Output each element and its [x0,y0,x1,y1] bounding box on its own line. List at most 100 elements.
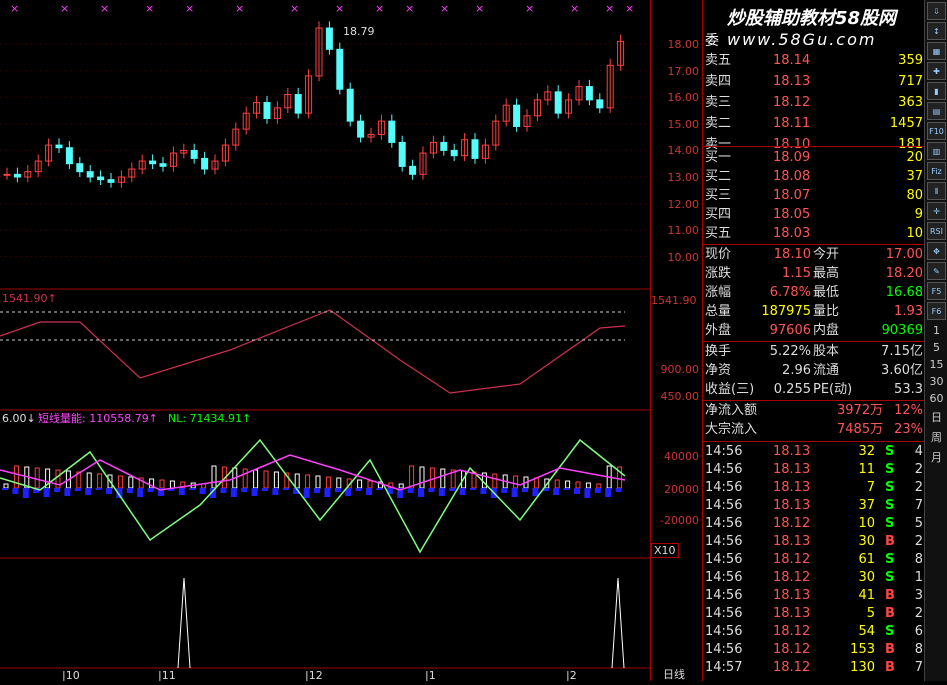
period-button[interactable]: 5 [925,341,947,354]
volume-bar [492,473,498,489]
f5-icon[interactable]: F5 [927,282,946,300]
tick-price: 18.13 [773,462,811,477]
move-icon[interactable]: ✥ [927,242,946,260]
tick-time: 14:56 [705,642,743,657]
arrows-icon[interactable]: ↕ [927,22,946,40]
cross2-icon[interactable]: ✛ [927,202,946,220]
chart-icon[interactable]: ▤ [927,102,946,120]
banner-side: 委 [705,33,719,49]
stat-row: 现价 18.10 今开 17.00 [703,246,925,264]
banner-url[interactable]: www.58Gu.com [727,30,876,49]
tick-side: S [885,624,895,639]
tick-row[interactable]: 14:56 18.13 30 B 2 [703,533,925,551]
tick-row[interactable]: 14:56 18.13 7 S 2 [703,479,925,497]
bid-row[interactable]: 买三 18.07 80 [703,187,925,205]
tick-count: 5 [914,516,923,531]
cross-icon[interactable]: ✚ [927,62,946,80]
neg-bar [2,488,8,490]
ask-row[interactable]: 卖五 18.14 359 [703,52,925,70]
stat-row: 涨跌 1.15 最高 18.20 [703,265,925,283]
tick-row[interactable]: 14:56 18.13 5 B 2 [703,605,925,623]
ask-row[interactable]: 卖二 18.11 1457 [703,115,925,133]
stat-row: 换手 5.22% 股本 7.15亿 [703,343,925,361]
tick-count: 2 [914,534,923,549]
bid-row[interactable]: 买二 18.08 37 [703,168,925,186]
tick-row[interactable]: 14:56 18.13 37 S 7 [703,497,925,515]
tick-row[interactable]: 14:56 18.13 32 S 4 [703,443,925,461]
marker-icon: × [475,2,484,15]
neg-bar [241,488,248,492]
volume-bar [159,479,165,489]
neg-bar [605,488,612,497]
marker-icon: × [625,2,634,15]
neg-bar [106,488,112,494]
grid-icon[interactable]: ▦ [927,42,946,60]
neg-bar [470,488,476,490]
neg-bar [137,488,144,497]
period-button[interactable]: 日 [925,409,947,425]
stat-value: 18.10 [773,247,811,262]
bars-icon[interactable]: ▮ [927,82,946,100]
signal-spike [611,577,625,669]
period-button[interactable]: 1 [925,324,947,337]
period-button[interactable]: 月 [925,449,947,465]
rsi-icon[interactable]: RSI [927,222,946,240]
period-label[interactable]: 日线 [663,666,685,682]
bid-row[interactable]: 买四 18.05 9 [703,206,925,224]
divider [703,400,925,401]
stat-label: 总量 [705,304,732,319]
period-button[interactable]: 60 [925,392,947,405]
candle [440,141,448,151]
bid-volume: 80 [906,188,923,203]
f6-icon[interactable]: F6 [927,302,946,320]
tick-row[interactable]: 14:56 18.12 54 S 6 [703,623,925,641]
candle [585,86,593,101]
bid-row[interactable]: 买一 18.09 20 [703,149,925,167]
bid-row[interactable]: 买五 18.03 10 [703,225,925,243]
neg-bar [438,488,445,496]
ind2-b: 短线量能: 110558.79↑ [38,411,158,425]
neg-bar [334,488,341,492]
neg-bar [126,488,133,493]
arrow-icon[interactable]: ⇩ [927,2,946,20]
tick-row[interactable]: 14:56 18.13 41 B 3 [703,587,925,605]
tick-row[interactable]: 14:57 18.12 130 B 7 [703,659,925,677]
stat-row: 外盘 97606 内盘 90369 [703,322,925,340]
chart2-icon[interactable]: ▥ [927,142,946,160]
chart-area[interactable]: × × × × × × × × × × × × × × × × 18.79 1541.90↑ 6.00↓ 短线量能: … [0,0,650,682]
period-button[interactable]: 15 [925,358,947,371]
bid-volume: 37 [906,169,923,184]
tick-row[interactable]: 14:56 18.12 153 B 8 [703,641,925,659]
pen-icon[interactable]: ✎ [927,262,946,280]
f10-icon[interactable]: F10 [927,122,946,140]
candle [201,157,209,170]
stat-row: 涨幅 6.78% 最低 16.68 [703,284,925,302]
tick-row[interactable]: 14:56 18.12 10 S 5 [703,515,925,533]
banner-title: 炒股辅助教材58股网 [727,8,897,29]
stat-value: 1.15 [782,266,811,281]
neg-bar [532,488,539,496]
tick-row[interactable]: 14:56 18.12 61 S 8 [703,551,925,569]
candle [325,27,333,50]
neg-bar [314,488,320,493]
neg-bar [449,488,456,491]
volume-bar [398,483,404,489]
chart-svg[interactable]: × × × × × × × × × × × × × × × ×18.791541.90↑6.00↓ 短线量能: … [0,0,650,682]
stat-label: 换手 [705,344,732,359]
candle [294,94,302,114]
price-axis-label: 12.00 [667,197,700,211]
ask-row[interactable]: 卖四 18.13 717 [703,73,925,91]
ask-row[interactable]: 卖三 18.12 363 [703,94,925,112]
tick-row[interactable]: 14:56 18.13 11 S 2 [703,461,925,479]
fiz-icon[interactable]: Fiz [927,162,946,180]
tick-time: 14:56 [705,498,743,513]
tick-row[interactable]: 14:56 18.12 30 S 1 [703,569,925,587]
peak-label: 18.79 [343,25,375,38]
neg-bar [189,488,196,490]
candles-icon[interactable]: ⫴ [927,182,946,200]
volume-bar [242,468,248,489]
period-button[interactable]: 30 [925,375,947,388]
stat-label: 最低 [813,285,840,300]
tick-count: 7 [914,498,923,513]
period-button[interactable]: 周 [925,429,947,445]
